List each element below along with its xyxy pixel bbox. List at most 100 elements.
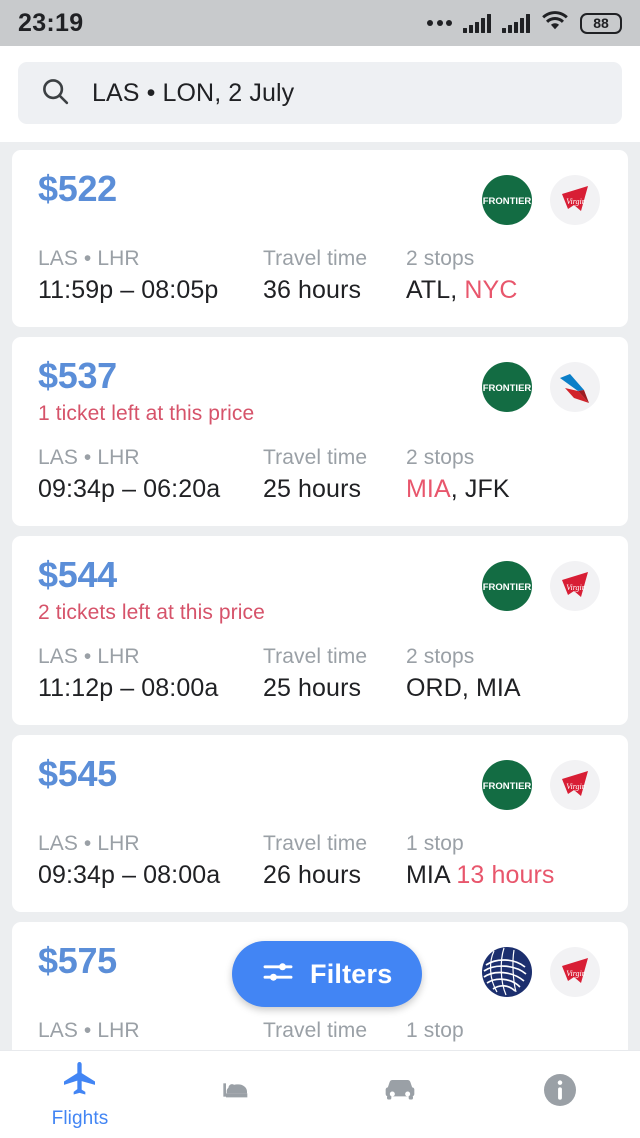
stops-value: ATL, NYC [406,276,602,305]
wifi-icon [541,10,569,36]
flight-card[interactable]: $537 1 ticket left at this price FRONTIE… [12,337,628,527]
stops-column: 2 stops ORD, MIA [406,645,602,703]
flight-details: LAS • LHR Travel time 1 stop [38,1019,602,1048]
airline-logos: FRONTIER Virgin [480,758,602,812]
flight-duration: 25 hours [263,674,362,703]
flight-details: LAS • LHR 09:34p – 08:00a Travel time 26… [38,832,602,890]
flight-times: 11:59p – 08:05p [38,276,219,304]
travel-time-label: Travel time [263,247,368,270]
battery-icon: 88 [580,12,622,34]
svg-text:Virgin: Virgin [566,583,586,592]
stops-highlight: NYC [464,276,518,304]
travel-time-label: Travel time [263,645,368,669]
stops-highlight: MIA [406,475,451,504]
nav-item-cars[interactable] [320,1051,480,1138]
travel-time-column: Travel time 25 hours [263,446,406,504]
signal-bars-icon [463,13,491,33]
flight-details: LAS • LHR 11:12p – 08:00a Travel time 25… [38,645,602,703]
stops-plain: MIA [406,861,457,890]
flight-duration: 26 hours [263,861,362,890]
stops-column: 1 stop MIA 13 hours [406,832,602,890]
route-column: LAS • LHR 09:34p – 08:00a [38,832,263,890]
flight-card-header: $537 1 ticket left at this price FRONTIE… [38,355,602,426]
route-label: LAS • LHR [38,1019,140,1043]
flight-price: $545 [38,753,117,795]
stops-value: MIA, JFK [406,475,602,504]
svg-text:Virgin: Virgin [566,197,586,206]
stops-plain: ORD, MIA [406,674,521,703]
united-airlines-logo [480,945,534,999]
airline-logos: FRONTIER Virgin [480,173,602,227]
flight-card[interactable]: $545 FRONTIER Virgin LAS • LHR 09:34p – … [12,735,628,913]
travel-time-label: Travel time [263,832,368,856]
svg-text:FRONTIER: FRONTIER [483,383,532,394]
airline-logos: FRONTIER [480,360,602,414]
flight-times: 09:34p – 06:20a [38,475,221,504]
flight-card-header: $544 2 tickets left at this price FRONTI… [38,554,602,625]
virgin-atlantic-logo: Virgin [548,945,602,999]
svg-text:Virgin: Virgin [566,782,586,791]
svg-text:FRONTIER: FRONTIER [483,196,532,207]
filters-label: Filters [310,958,393,989]
nav-item-hotels[interactable] [160,1051,320,1138]
stops-column: 2 stops MIA, JFK [406,446,602,504]
virgin-atlantic-logo: Virgin [548,173,602,227]
travel-time-column: Travel time 26 hours [263,832,406,890]
stops-label: 2 stops [406,446,475,470]
search-input[interactable]: LAS • LON, 2 July [92,79,294,108]
flight-card[interactable]: $522 FRONTIER Virgin LAS • LHR 11:59p – … [12,150,628,327]
svg-text:Virgin: Virgin [566,969,586,978]
route-label: LAS • LHR [38,645,140,669]
info-icon [540,1070,580,1115]
nav-label-flights: Flights [51,1108,109,1129]
virgin-atlantic-logo: Virgin [548,758,602,812]
tune-sliders-icon [262,959,294,990]
stops-label: 1 stop [406,1019,464,1043]
stops-value: MIA 13 hours [406,861,602,890]
route-column: LAS • LHR 11:12p – 08:00a [38,645,263,703]
flight-results-list[interactable]: $522 FRONTIER Virgin LAS • LHR 11:59p – … [0,150,640,1071]
flight-price: $522 [38,168,117,209]
flight-times: 11:12p – 08:00a [38,674,219,703]
layover-duration: 13 hours [456,861,555,890]
tickets-left-warning: 1 ticket left at this price [38,402,255,426]
nav-item-info[interactable] [480,1051,640,1138]
status-clock: 23:19 [18,8,84,37]
flight-price: $544 [38,554,117,596]
flight-price: $575 [38,940,117,982]
flight-price: $537 [38,355,117,396]
airplane-icon [60,1059,100,1104]
search-bar[interactable]: LAS • LON, 2 July [18,62,622,124]
search-section: LAS • LON, 2 July [0,46,640,142]
travel-time-label: Travel time [263,1019,368,1043]
flight-duration: 36 hours [263,276,362,304]
travel-time-column: Travel time 25 hours [263,645,406,703]
svg-text:FRONTIER: FRONTIER [483,582,532,593]
status-bar: 23:19 88 [0,0,640,46]
flight-details: LAS • LHR 09:34p – 06:20a Travel time 25… [38,446,602,504]
airline-logos: FRONTIER Virgin [480,559,602,613]
flight-card[interactable]: $544 2 tickets left at this price FRONTI… [12,536,628,726]
route-column: LAS • LHR 11:59p – 08:05p [38,247,263,305]
stops-value: ORD, MIA [406,674,602,703]
route-label: LAS • LHR [38,832,140,856]
flight-card-header: $522 FRONTIER Virgin [38,168,602,227]
more-dots-icon [427,20,452,26]
frontier-logo: FRONTIER [480,360,534,414]
stops-label: 2 stops [406,247,475,270]
bottom-navigation: Flights [0,1050,640,1138]
route-label: LAS • LHR [38,446,140,470]
route-column: LAS • LHR [38,1019,263,1048]
status-icons: 88 [427,10,622,36]
signal-bars-icon [502,13,530,33]
flight-card-header: $545 FRONTIER Virgin [38,755,602,812]
travel-time-label: Travel time [263,446,368,470]
stops-column: 2 stops ATL, NYC [406,247,602,305]
flight-times: 09:34p – 08:00a [38,861,221,890]
nav-item-flights[interactable]: Flights [0,1051,160,1138]
virgin-atlantic-logo: Virgin [548,559,602,613]
stops-label: 1 stop [406,832,464,856]
flight-details: LAS • LHR 11:59p – 08:05p Travel time 36… [38,247,602,305]
filters-button[interactable]: Filters [232,941,423,1007]
frontier-logo: FRONTIER [480,173,534,227]
